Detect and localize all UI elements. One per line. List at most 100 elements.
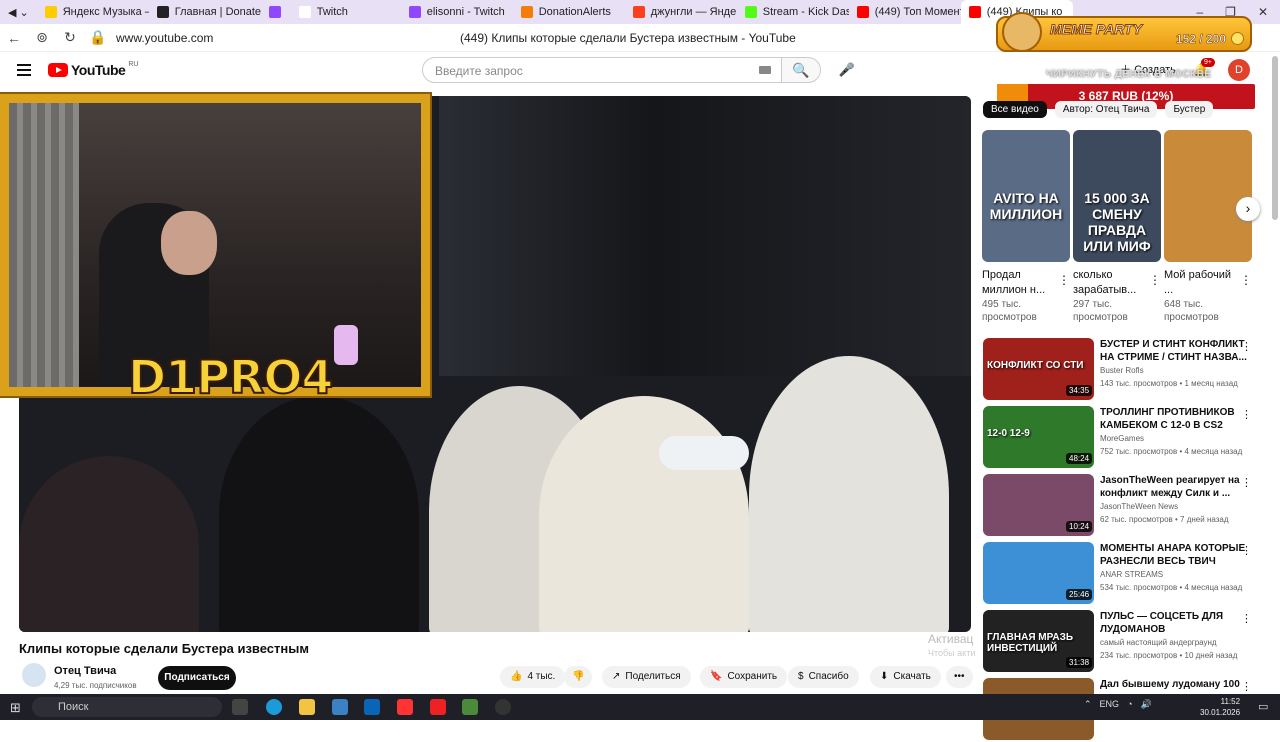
avatar[interactable]: D [1228, 59, 1250, 81]
duration-badge: 31:38 [1066, 657, 1093, 668]
tab-label: DonationAlerts [538, 6, 611, 18]
back-icon[interactable]: ← [0, 30, 28, 46]
related-channel[interactable]: MoreGames [1100, 434, 1144, 443]
more-vert-icon[interactable]: ⋮ [1241, 408, 1252, 421]
subscribe-button[interactable]: Подписаться [158, 666, 236, 690]
chevron-up-icon[interactable]: ⌃ [1084, 699, 1092, 710]
short-title[interactable]: Мой рабочий ... [1164, 268, 1236, 298]
wifi-icon[interactable]: ◔ [1127, 699, 1132, 710]
share-icon: ↗ [612, 671, 621, 682]
related-video[interactable]: КОНФЛИКТ СО СТИ 34:35 БУСТЕР И СТИНТ КОНФЛ… [983, 338, 1263, 402]
chevron-right-icon[interactable]: › [1236, 197, 1260, 221]
more-vert-icon[interactable]: ⋮ [1149, 273, 1161, 287]
channel-avatar[interactable] [22, 663, 46, 687]
browser-tab[interactable]: elisonni - Twitch [401, 0, 513, 24]
share-button[interactable]: ↗ Поделиться [602, 666, 691, 688]
youtube-logo[interactable]: YouTube RU [48, 61, 138, 78]
taskbar-search[interactable]: Поиск [32, 697, 222, 717]
download-button[interactable]: ⬇ Скачать [870, 666, 941, 688]
doge-icon [1002, 12, 1042, 52]
filter-chip[interactable]: Все видео [983, 101, 1047, 118]
explorer-icon[interactable] [299, 699, 315, 715]
related-title[interactable]: ПУЛЬС — СОЦСЕТЬ ДЛЯ ЛУДОМАНОВ [1100, 610, 1250, 636]
related-channel[interactable]: JasonTheWeen News [1100, 502, 1178, 511]
tab-label: (449) Топ Моменты с [874, 6, 961, 18]
browser-tab[interactable]: Twitch [291, 0, 401, 24]
browser-tab[interactable]: Яндекс Музыка — со [37, 0, 149, 24]
related-channel[interactable]: самый настоящий андерграунд [1100, 638, 1217, 647]
related-video[interactable]: 12-0 12-9 48:24 ТРОЛЛИНГ ПРОТИВНИКОВ КАМБЕ… [983, 406, 1263, 470]
menu-icon[interactable] [17, 64, 31, 79]
filter-chip[interactable]: Автор: Отец Твича [1054, 101, 1158, 118]
more-vert-icon[interactable]: ⋮ [1241, 340, 1252, 353]
more-vert-icon[interactable]: ⋮ [1240, 273, 1252, 287]
search-input[interactable]: Введите запрос [422, 57, 782, 83]
short-thumbnail[interactable]: AVITO НА МИЛЛИОН [982, 130, 1070, 262]
browser-tab[interactable]: (449) Топ Моменты с [849, 0, 961, 24]
keyboard-icon[interactable] [759, 66, 771, 74]
more-vert-icon[interactable]: ⋮ [1058, 273, 1070, 287]
short-title[interactable]: Продал миллион н... [982, 268, 1054, 298]
related-title[interactable]: Дал бывшему лудоману 100 [1100, 678, 1250, 691]
more-vert-icon[interactable]: ⋮ [1241, 612, 1252, 625]
short-thumbnail[interactable] [1164, 130, 1252, 262]
like-button[interactable]: 👍 4 тыс. [500, 666, 566, 688]
notification-icon[interactable]: ▭ [1258, 700, 1268, 713]
mic-icon[interactable]: 🎤 [834, 57, 860, 83]
duration-badge: 48:24 [1066, 453, 1093, 464]
obs-icon[interactable] [495, 699, 511, 715]
yandex-icon[interactable]: ⊚ [28, 29, 56, 46]
yandex-browser-icon[interactable] [397, 699, 413, 715]
thanks-button[interactable]: $ Спасибо [788, 666, 859, 688]
edge-icon[interactable] [266, 699, 282, 715]
more-vert-icon[interactable]: ⋮ [1241, 680, 1252, 693]
task-view-icon[interactable] [232, 699, 248, 715]
related-channel[interactable]: ANAR STREAMS [1100, 570, 1163, 579]
tab-favicon-icon [968, 6, 981, 18]
search-button[interactable]: 🔍 [781, 57, 821, 83]
related-title[interactable]: БУСТЕР И СТИНТ КОНФЛИКТ НА СТРИМЕ / СТИН… [1100, 338, 1250, 364]
tab-label: джунгли — Яндекс [650, 6, 737, 18]
related-video[interactable]: 25:46 МОМЕНТЫ АНАРА КОТОРЫЕ РАЗНЕСЛИ ВЕСЬ… [983, 542, 1263, 606]
browser-tab[interactable]: джунгли — Яндекс [625, 0, 737, 24]
close-icon[interactable]: ✕ [1258, 5, 1268, 19]
download-label: Скачать [893, 671, 931, 682]
browser-tab[interactable]: Главная | DonatePay [149, 0, 261, 24]
tab-audio-indicator[interactable]: ◀ ⌄ [0, 0, 37, 24]
reload-icon[interactable]: ↻ [56, 29, 84, 46]
dislike-button[interactable]: 👎 [564, 666, 593, 688]
more-actions-button[interactable]: ••• [946, 666, 973, 688]
windows-start-icon[interactable]: ⊞ [10, 700, 21, 716]
volume-icon[interactable]: 🔊 [1141, 699, 1152, 710]
duration-badge: 34:35 [1066, 385, 1093, 396]
clock[interactable]: 11:52 30.01.2026 [1200, 696, 1240, 718]
more-vert-icon[interactable]: ⋮ [1241, 544, 1252, 557]
person-figure [19, 456, 199, 632]
outlook-icon[interactable] [364, 699, 380, 715]
lang-indicator[interactable]: ENG [1100, 699, 1120, 710]
short-card[interactable]: AVITO НА МИЛЛИОН Продал миллион н... 495 т… [982, 130, 1070, 324]
short-card[interactable]: 15 000 ЗА СМЕНУ ПРАВДА ИЛИ МИФ сколько за… [1073, 130, 1161, 324]
url-text[interactable]: www.youtube.com [116, 31, 213, 45]
related-video[interactable]: 10:24 JasonTheWeen реагирует на конфликт … [983, 474, 1263, 538]
channel-name[interactable]: Отец Твича [54, 665, 116, 677]
short-thumbnail[interactable]: 15 000 ЗА СМЕНУ ПРАВДА ИЛИ МИФ [1073, 130, 1161, 262]
yandex-icon[interactable] [430, 699, 446, 715]
store-icon[interactable] [332, 699, 348, 715]
related-channel[interactable]: Buster Rofls [1100, 366, 1144, 375]
related-title[interactable]: МОМЕНТЫ АНАРА КОТОРЫЕ РАЗНЕСЛИ ВЕСЬ ТВИЧ [1100, 542, 1250, 568]
scrollbar[interactable] [1272, 56, 1278, 220]
filter-chip[interactable]: Бустер [1165, 101, 1214, 118]
more-vert-icon[interactable]: ⋮ [1241, 476, 1252, 489]
related-title[interactable]: JasonTheWeen реагирует на конфликт между… [1100, 474, 1250, 500]
browser-tab[interactable]: Stream - Kick Dashbo [737, 0, 849, 24]
short-card[interactable]: Мой рабочий ... 648 тыс. просмотров ⋮ [1164, 130, 1252, 324]
browser-tab[interactable]: DonationAlerts [513, 0, 625, 24]
short-title[interactable]: сколько зарабатыв... [1073, 268, 1145, 298]
app-icon[interactable] [462, 699, 478, 715]
tab-favicon-icon [268, 6, 281, 18]
browser-tab[interactable] [261, 0, 291, 24]
save-button[interactable]: 🔖 Сохранить [700, 666, 788, 688]
related-title[interactable]: ТРОЛЛИНГ ПРОТИВНИКОВ КАМБЕКОМ С 12-0 В C… [1100, 406, 1250, 432]
related-video[interactable]: ГЛАВНАЯ МРАЗЬ ИНВЕСТИЦИЙ 31:38 ПУЛЬС — СОЦ… [983, 610, 1263, 674]
